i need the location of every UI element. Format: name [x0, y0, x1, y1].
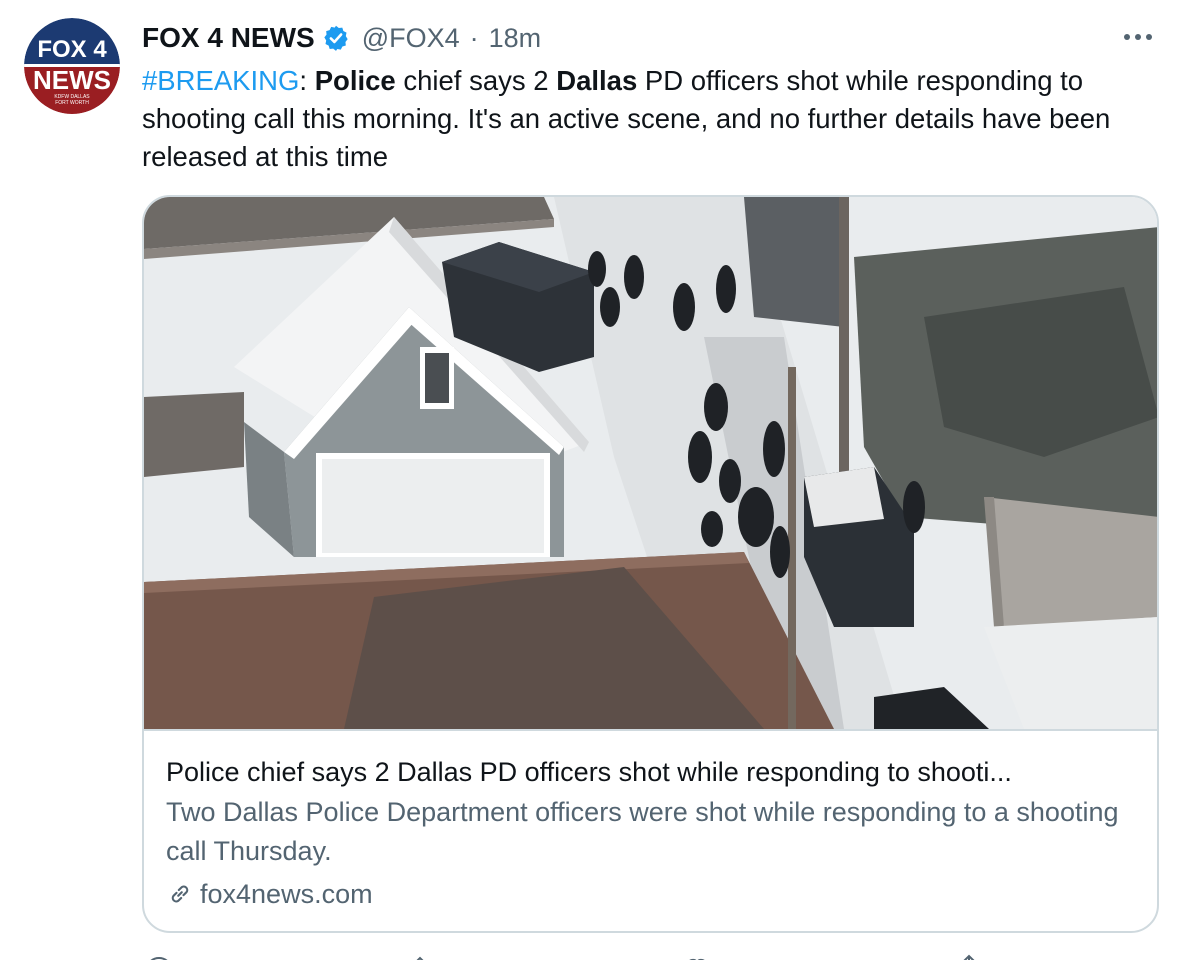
link-card[interactable]: Police chief says 2 Dallas PD officers s… — [142, 195, 1159, 933]
card-image[interactable] — [144, 197, 1157, 729]
display-name[interactable]: FOX 4 NEWS — [142, 22, 315, 54]
timestamp[interactable]: 18m — [489, 23, 542, 54]
text-bold-police: Police — [314, 65, 396, 96]
card-domain-row: fox4news.com — [166, 875, 1137, 913]
card-meta[interactable]: Police chief says 2 Dallas PD officers s… — [144, 729, 1157, 931]
more-button[interactable] — [1118, 22, 1158, 52]
avatar[interactable]: FOX 4 NEWS KDFW DALLAS FORT WORTH — [24, 18, 120, 114]
reply-icon[interactable] — [144, 952, 174, 960]
tweet-text: #BREAKING: Police chief says 2 Dallas PD… — [142, 62, 1162, 176]
tweet-header: FOX 4 NEWS @FOX4 · 18m — [142, 18, 541, 58]
text-colon: : — [299, 65, 315, 96]
more-horizontal-icon — [1124, 34, 1152, 40]
like-icon[interactable] — [682, 952, 712, 960]
text-bold-dallas: Dallas — [556, 65, 638, 96]
card-title[interactable]: Police chief says 2 Dallas PD officers s… — [166, 753, 1137, 791]
verified-badge-icon — [322, 24, 350, 52]
share-icon[interactable] — [954, 952, 984, 960]
separator-dot: · — [469, 22, 479, 53]
avatar-logo-line-2: NEWS — [33, 65, 111, 95]
handle[interactable]: @FOX4 — [362, 23, 460, 54]
avatar-logo-line-1: FOX 4 — [37, 36, 107, 63]
retweet-icon[interactable] — [410, 952, 440, 960]
tweet[interactable]: FOX 4 NEWS KDFW DALLAS FORT WORTH FOX 4 … — [0, 0, 1188, 960]
text-segment-1: chief says 2 — [395, 65, 557, 96]
aerial-scene-image — [144, 197, 1157, 729]
action-bar — [142, 952, 1159, 960]
card-domain: fox4news.com — [200, 879, 373, 909]
fox4-logo: FOX 4 NEWS KDFW DALLAS FORT WORTH — [24, 18, 120, 114]
link-icon — [166, 880, 194, 908]
hashtag-link[interactable]: #BREAKING — [142, 65, 299, 96]
avatar-logo-line-4: FORT WORTH — [55, 100, 89, 106]
card-description: Two Dallas Police Department officers we… — [166, 797, 1119, 866]
